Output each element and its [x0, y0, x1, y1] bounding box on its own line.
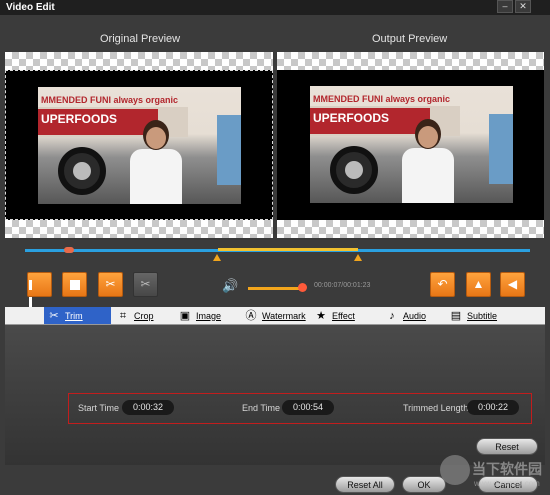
output-preview-label: Output Preview [372, 33, 448, 45]
time-readout: 00:00:07/00:01:23 [314, 282, 371, 289]
subtitle-icon: ▤ [450, 309, 462, 322]
tab-subtitle[interactable]: ▤ Subtitle [446, 307, 501, 324]
pause-button[interactable] [27, 272, 52, 307]
original-preview-label: Original Preview [100, 33, 181, 45]
reset-button[interactable]: Reset [476, 438, 538, 455]
truck-title: UPERFOODS [41, 112, 118, 126]
scissors-disabled-icon: ✂ [140, 277, 151, 291]
tab-label: Crop [134, 310, 154, 321]
tab-trim[interactable]: ✂ Trim [44, 307, 111, 324]
stop-icon [69, 280, 80, 290]
end-time-field[interactable]: 0:00:54 [282, 400, 334, 415]
title-bar: Video Edit – ✕ [0, 0, 550, 15]
music-note-icon: ♪ [389, 309, 395, 322]
watermark-icon: Ⓐ [245, 309, 257, 322]
dialog-body: Original Preview Output Preview MMENDED … [0, 15, 550, 495]
person-arm [489, 114, 513, 184]
flip-vertical-icon: ▲ [472, 277, 485, 291]
tab-audio[interactable]: ♪ Audio [382, 307, 430, 324]
tab-label: Trim [65, 310, 83, 321]
output-video-area: MMENDED FUNI always organic UPERFOODS [277, 70, 544, 220]
crop-icon: ⌗ [119, 309, 127, 322]
trimmed-length-label: Trimmed Length [403, 403, 469, 413]
pause-icon [29, 297, 32, 307]
original-video-area[interactable]: MMENDED FUNI always organic UPERFOODS [5, 70, 273, 220]
truck-wheel [330, 146, 378, 194]
ok-button[interactable]: OK [402, 476, 446, 493]
edit-tabs: ✂ Trim ⌗ Crop ▣ Image Ⓐ Watermark ★ Effe… [5, 307, 545, 325]
window-title: Video Edit [6, 2, 55, 13]
truck-title: UPERFOODS [313, 111, 390, 125]
tab-label: Audio [403, 310, 427, 321]
volume-slider[interactable] [248, 287, 303, 290]
tab-watermark[interactable]: Ⓐ Watermark [241, 307, 310, 324]
playhead[interactable] [64, 247, 74, 253]
output-video-frame: MMENDED FUNI always organic UPERFOODS [310, 86, 513, 203]
flip-horizontal-button[interactable]: ◀ [500, 272, 525, 297]
scissors-icon: ✂ [105, 277, 116, 291]
person-arm [217, 115, 241, 185]
original-video-frame: MMENDED FUNI always organic UPERFOODS [38, 87, 241, 204]
tab-label: Subtitle [467, 310, 498, 321]
child-body [130, 149, 182, 204]
watermark-logo [440, 455, 470, 485]
stop-button[interactable] [62, 272, 87, 297]
rotate-button[interactable]: ↶ [430, 272, 455, 297]
tab-crop[interactable]: ⌗ Crop [113, 307, 158, 324]
end-time-label: End Time [242, 403, 281, 413]
trim-start-handle[interactable] [213, 254, 221, 261]
tab-label: Effect [332, 310, 355, 321]
volume-knob[interactable] [298, 283, 307, 292]
pause-icon [29, 280, 32, 290]
child-body [402, 148, 454, 203]
child-face [418, 126, 438, 148]
image-icon: ▣ [179, 309, 191, 322]
truck-slogan: MMENDED FUNI always organic [313, 94, 451, 104]
scissors-icon: ✂ [49, 309, 59, 322]
cut-button[interactable]: ✂ [98, 272, 123, 297]
star-icon: ★ [316, 309, 326, 322]
start-time-field[interactable]: 0:00:32 [122, 400, 174, 415]
trim-end-handle[interactable] [354, 254, 362, 261]
close-button[interactable]: ✕ [515, 0, 531, 13]
flip-horizontal-icon: ◀ [507, 277, 518, 291]
flip-vertical-button[interactable]: ▲ [466, 272, 491, 297]
tab-label: Watermark [262, 310, 306, 321]
minimize-button[interactable]: – [497, 0, 513, 13]
tab-label: Image [196, 310, 222, 321]
watermark-url: www.downxia.com [474, 479, 540, 488]
volume-icon[interactable]: 🔊 [222, 278, 238, 294]
cut-disabled-button[interactable]: ✂ [133, 272, 158, 297]
truck-slogan: MMENDED FUNI always organic [41, 95, 179, 105]
output-preview: MMENDED FUNI always organic UPERFOODS [277, 52, 544, 238]
original-preview[interactable]: MMENDED FUNI always organic UPERFOODS [5, 52, 273, 238]
start-time-label: Start Time [78, 403, 120, 413]
truck-wheel [58, 147, 106, 195]
watermark-text: 当下软件园 [472, 461, 542, 477]
trimmed-length-field[interactable]: 0:00:22 [467, 400, 519, 415]
rotate-icon: ↶ [437, 277, 448, 291]
child-face [146, 127, 166, 149]
reset-all-button[interactable]: Reset All [335, 476, 395, 493]
tab-effect[interactable]: ★ Effect [311, 307, 359, 324]
trim-selection[interactable] [218, 248, 358, 251]
tab-image[interactable]: ▣ Image [175, 307, 225, 324]
